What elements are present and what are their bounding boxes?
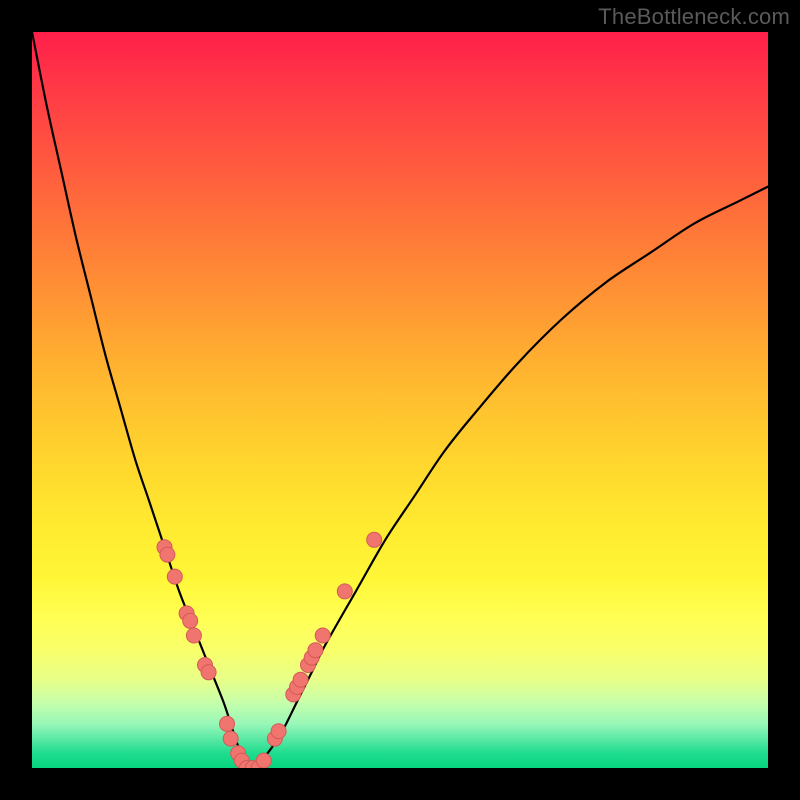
data-point bbox=[256, 753, 271, 768]
bottleneck-curve bbox=[32, 32, 768, 768]
plot-area bbox=[32, 32, 768, 768]
chart-frame: TheBottleneck.com bbox=[0, 0, 800, 800]
data-point bbox=[201, 665, 216, 680]
data-point bbox=[220, 716, 235, 731]
data-point bbox=[308, 643, 323, 658]
curve-layer bbox=[32, 32, 768, 768]
data-point bbox=[160, 547, 175, 562]
data-point bbox=[337, 584, 352, 599]
data-point bbox=[223, 731, 238, 746]
data-point bbox=[315, 628, 330, 643]
data-point bbox=[167, 569, 182, 584]
watermark-text: TheBottleneck.com bbox=[598, 4, 790, 30]
data-point bbox=[367, 532, 382, 547]
data-point bbox=[271, 724, 286, 739]
data-point bbox=[183, 613, 198, 628]
data-point bbox=[293, 672, 308, 687]
data-point bbox=[186, 628, 201, 643]
curve-markers bbox=[157, 532, 382, 768]
